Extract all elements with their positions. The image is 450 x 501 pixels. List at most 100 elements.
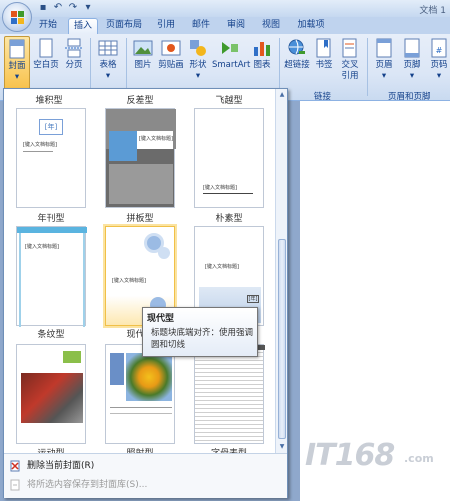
thumb-stripe [19,233,21,327]
tab-review[interactable]: 审阅 [222,18,250,34]
picture-label: 图片 [134,60,152,70]
customize-icon[interactable]: ▾ [82,2,94,14]
table-icon [98,40,118,56]
gallery-item-annual[interactable]: [年] [键入文档标题] [16,108,86,208]
remove-cover-label: 删除当前封面(R) [27,461,95,471]
page-break-button[interactable]: 分页 [62,36,86,71]
gallery-item-annual-label: 年刊型 [37,214,65,224]
tab-home[interactable]: 开始 [34,18,62,34]
thumb-doc-title: [键入文档标题] [23,142,57,148]
page-number-button[interactable]: # 页码 ▾ [428,36,450,82]
shapes-button[interactable]: 形状 ▾ [186,36,210,82]
dropdown-arrow-icon: ▾ [436,71,442,81]
blank-page-icon [39,38,53,58]
tab-addins[interactable]: 加载项 [293,18,329,34]
gallery-item-fly-label[interactable]: 飞越型 [184,93,274,106]
gallery-scrollbar[interactable]: ▲ ▼ [275,89,287,453]
cross-reference-icon [342,38,357,58]
remove-cover-page-item[interactable]: 删除当前封面(R) [9,457,94,475]
gallery-item-stripes[interactable]: [键入文档标题] [16,226,87,327]
thumb-doc-title: [键入文档标题] [205,264,239,270]
ribbon-tabs: 开始 插入 页面布局 引用 邮件 审阅 视图 加载项 [0,17,450,34]
dropdown-arrow-icon: ▾ [14,72,20,82]
chart-button[interactable]: 图表 [250,36,274,71]
header-button[interactable]: 页眉 ▾ [372,36,396,82]
gallery-item-puzzle-label: 拼板型 [126,214,154,224]
tab-references[interactable]: 引用 [152,18,180,34]
tooltip-body-line-2: 圆和切线 [151,340,186,350]
save-selection-label: 将所选内容保存到封面库(S)... [27,480,148,490]
gallery-item-alphabet[interactable] [194,344,265,444]
thumb-block [109,164,173,204]
tab-mailings[interactable]: 邮件 [187,18,215,34]
train-image [21,373,83,423]
table-button[interactable]: 表格 ▾ [95,36,121,82]
thumb-block [63,351,81,363]
gallery-menu: 删除当前封面(R) 将所选内容保存到封面库(S)... [4,453,287,498]
thumb-block [109,131,137,161]
tooltip-title: 现代型 [147,314,175,324]
tab-page-layout[interactable]: 页面布局 [103,18,145,34]
gallery-item-austere[interactable]: [键入文档标题] [194,108,264,208]
table-label: 表格 [99,60,117,70]
blank-page-button[interactable]: 空白页 [32,36,60,71]
chart-label: 图表 [253,60,271,70]
gallery-item-stacks-label[interactable]: 堆积型 [4,93,94,106]
tab-view[interactable]: 视图 [257,18,285,34]
divider [110,413,172,414]
gallery-item-puzzle[interactable]: [键入文档标题] [105,108,176,208]
picture-button[interactable]: 图片 [130,36,156,71]
thumb-year: [年] [247,295,259,303]
smartart-label: SmartArt [212,60,251,70]
undo-icon[interactable]: ↶ [52,2,64,14]
cover-page-icon [9,39,25,59]
sunflower-image [126,353,172,401]
hyperlink-icon [288,39,305,55]
scroll-down-icon[interactable]: ▼ [278,443,286,451]
cover-page-button[interactable]: 封面 ▾ [4,36,30,90]
tab-insert[interactable]: 插入 [68,18,98,34]
page-number-label: 页码 [430,60,448,70]
divider [23,151,53,152]
bookmark-icon [316,38,331,58]
bookmark-button[interactable]: 书签 [313,36,335,71]
dropdown-arrow-icon: ▾ [105,71,111,81]
gallery-item-austere-label: 朴素型 [215,214,243,224]
window-title: 文档 1 [419,6,446,16]
thumb-doc-title: [键入文档标题] [25,244,59,250]
save-icon[interactable]: ▪ [37,2,49,14]
scrollbar-thumb[interactable] [278,239,286,439]
page-number-icon: # [431,38,447,58]
redo-icon[interactable]: ↷ [67,2,79,14]
save-selection-icon [10,479,20,490]
clip-art-button[interactable]: 剪贴画 [158,36,184,71]
smartart-icon [222,42,238,54]
office-button[interactable] [2,2,32,32]
scroll-up-icon[interactable]: ▲ [278,91,286,99]
separator [367,38,368,96]
thumb-circle [158,247,170,259]
shapes-icon [190,40,206,56]
office-logo-icon [11,11,24,24]
clip-art-label: 剪贴画 [158,60,184,70]
hyperlink-label: 超链接 [284,60,310,70]
save-selection-item[interactable]: 将所选内容保存到封面库(S)... [9,476,147,494]
smartart-button[interactable]: SmartArt [212,36,251,71]
watermark-logo: IT168 [305,438,395,473]
gallery-item-exposure[interactable] [105,344,175,444]
gallery-item-motion[interactable] [16,344,86,444]
gallery-item-contrast-label[interactable]: 反差型 [95,93,185,106]
thumb-block [110,353,124,385]
footer-button[interactable]: 页脚 ▾ [400,36,424,82]
chart-icon [254,42,270,56]
remove-cover-icon [10,460,20,471]
thumb-doc-title: [键入文档标题] [139,136,173,142]
cross-reference-button[interactable]: 交叉 引用 [338,36,362,82]
footer-label: 页脚 [403,60,421,70]
watermark-suffix: .com [404,452,434,465]
header-label: 页眉 [375,60,393,70]
picture-icon [133,40,153,56]
gallery-item-stripes-label: 条纹型 [37,330,65,340]
hyperlink-button[interactable]: 超链接 [283,36,311,71]
dropdown-arrow-icon: ▾ [409,71,415,81]
